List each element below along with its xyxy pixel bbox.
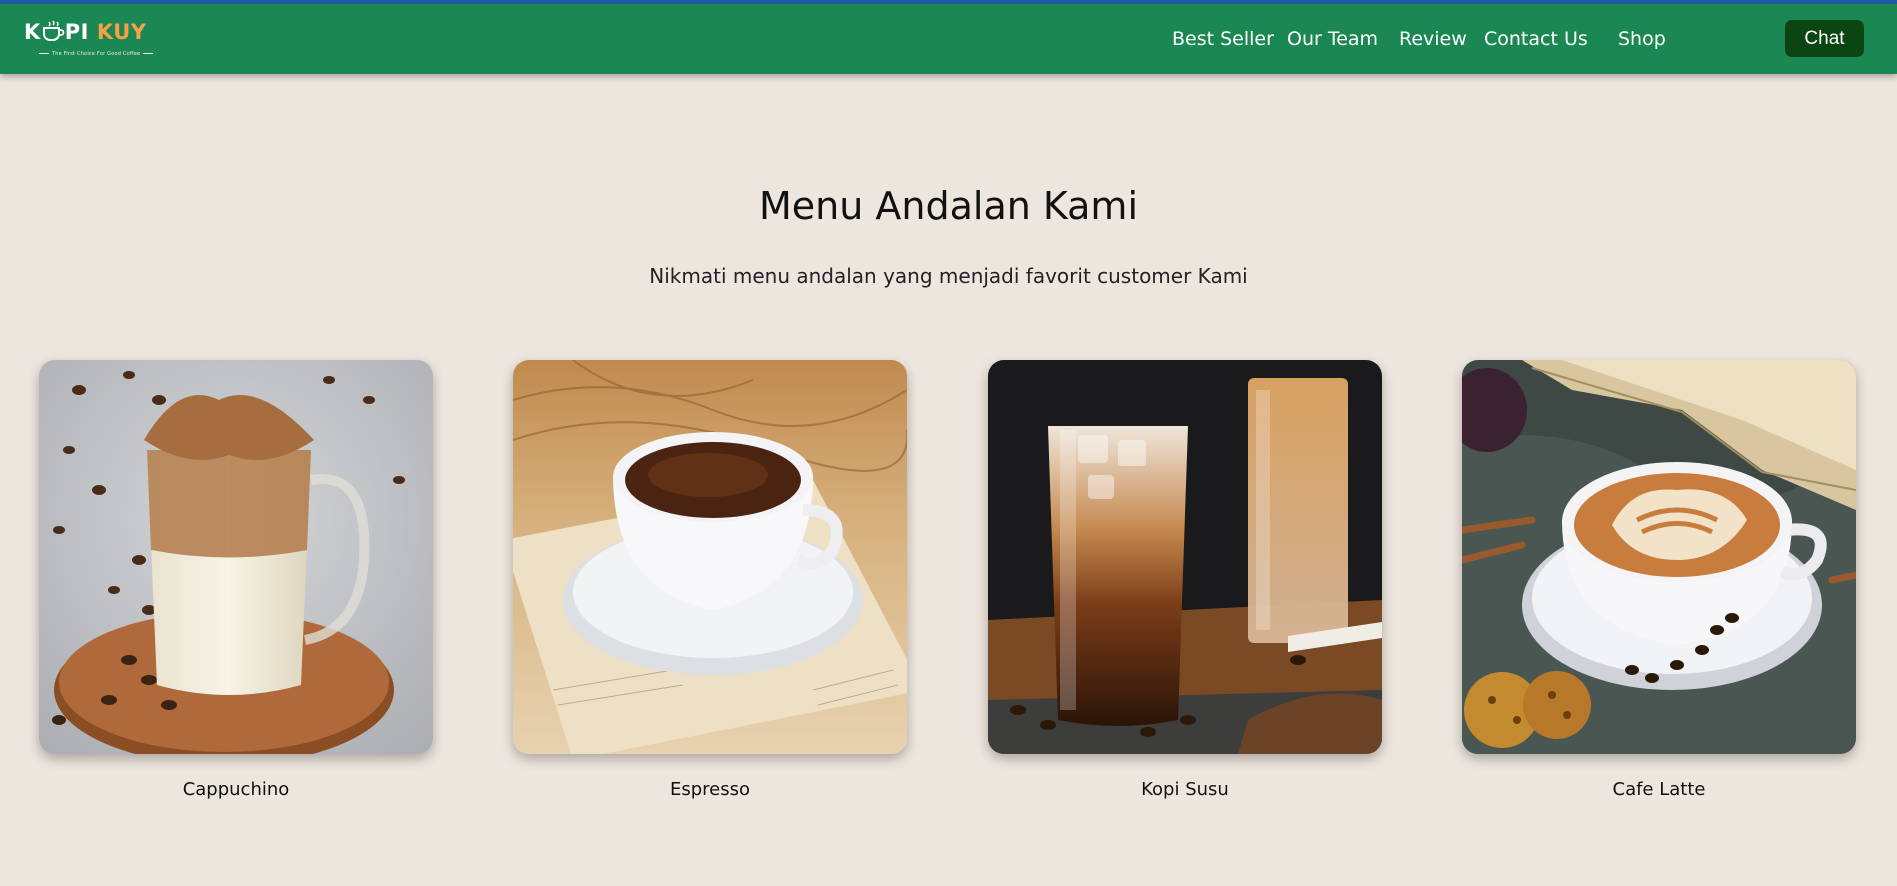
coffee-cup-icon [42, 20, 65, 41]
menu-card-kopi-susu[interactable]: Kopi Susu [988, 360, 1382, 800]
cappuchino-image [39, 360, 433, 754]
brand-name-part1: K [24, 20, 41, 44]
espresso-image [513, 360, 907, 754]
brand-name-part3: KUY [96, 20, 147, 44]
chat-button[interactable]: Chat [1785, 20, 1864, 57]
menu-card-espresso[interactable]: Espresso [513, 360, 907, 800]
menu-item-name: Espresso [669, 779, 751, 800]
nav-link-contact-us[interactable]: Contact Us [1484, 28, 1588, 50]
kopi-susu-image [988, 360, 1382, 754]
brand-tagline: The First Choice For Good Coffee [36, 51, 156, 57]
nav-link-best-seller[interactable]: Best Seller [1172, 28, 1274, 50]
brand-wordmark: K PI KUY [24, 20, 146, 44]
menu-item-name: Kopi Susu [1141, 779, 1229, 800]
section-title: Menu Andalan Kami [758, 184, 1139, 228]
menu-item-name: Cappuchino [182, 779, 290, 800]
brand-logo[interactable]: K PI KUY The First Choice For Good Coffe… [24, 18, 146, 62]
brand-name-part2: PI [64, 20, 89, 44]
nav-link-our-team[interactable]: Our Team [1287, 28, 1378, 50]
section-subtitle: Nikmati menu andalan yang menjadi favori… [649, 264, 1248, 288]
nav-link-review[interactable]: Review [1399, 28, 1467, 50]
menu-item-name: Cafe Latte [1612, 779, 1706, 800]
navbar: K PI KUY The First Choice For Good Coffe… [0, 4, 1897, 74]
menu-card-cafe-latte[interactable]: Cafe Latte [1462, 360, 1856, 800]
nav-link-shop[interactable]: Shop [1618, 28, 1666, 50]
menu-card-cappuchino[interactable]: Cappuchino [39, 360, 433, 800]
cafe-latte-image [1462, 360, 1856, 754]
